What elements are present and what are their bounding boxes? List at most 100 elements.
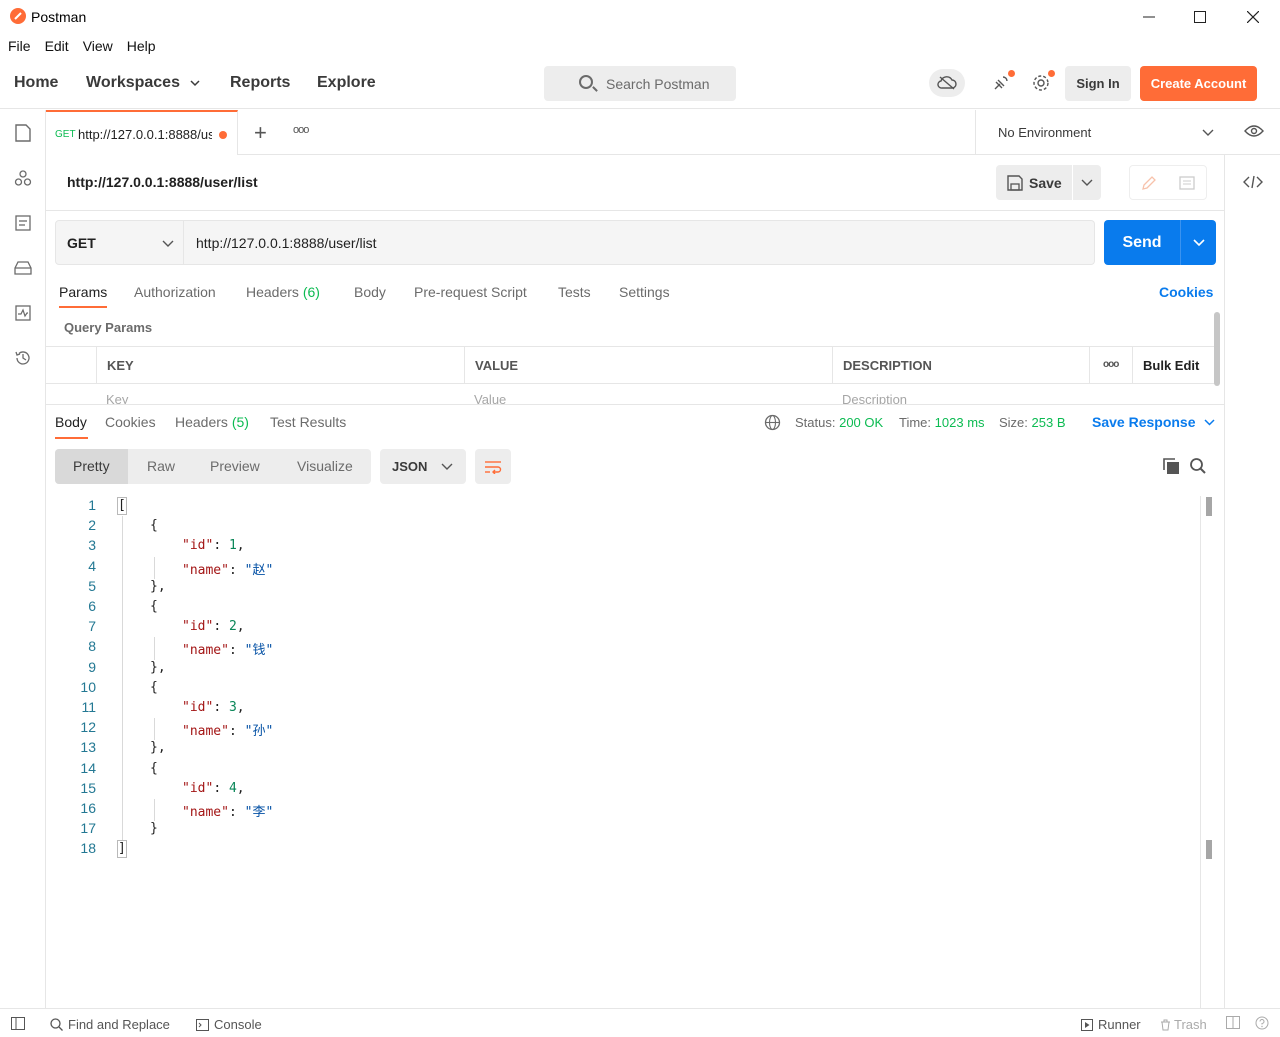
format-select[interactable]: JSON: [380, 449, 466, 484]
cookies-link[interactable]: Cookies: [1159, 284, 1213, 300]
search-response-icon[interactable]: [1189, 457, 1207, 478]
console-button[interactable]: Console: [196, 1017, 262, 1032]
description-placeholder[interactable]: Description: [842, 392, 907, 404]
apis-icon[interactable]: [14, 169, 32, 187]
nav-home[interactable]: Home: [14, 74, 58, 92]
column-key: KEY: [96, 346, 464, 383]
search-box[interactable]: Search Postman: [544, 66, 736, 101]
response-tab-body[interactable]: Body: [55, 414, 87, 430]
minimize-button[interactable]: [1126, 0, 1172, 34]
tab-params[interactable]: Params: [59, 284, 107, 300]
history-icon[interactable]: [14, 349, 32, 367]
response-tab-cookies[interactable]: Cookies: [105, 414, 156, 430]
monitors-icon[interactable]: [14, 304, 32, 322]
tab-more-button[interactable]: ooo: [293, 124, 309, 136]
size-label: Size:: [999, 415, 1028, 430]
environments-icon[interactable]: [14, 214, 32, 232]
code-snippet-icon[interactable]: [1243, 175, 1263, 192]
size-value: 253 B: [1031, 415, 1066, 430]
find-replace-button[interactable]: Find and Replace: [50, 1017, 170, 1032]
mock-servers-icon[interactable]: [14, 259, 32, 277]
sign-in-button[interactable]: Sign In: [1065, 66, 1131, 101]
wrap-lines-button[interactable]: [475, 449, 511, 484]
key-placeholder[interactable]: Key: [106, 392, 128, 404]
nav-workspaces[interactable]: Workspaces: [86, 74, 200, 92]
maximize-button[interactable]: [1177, 0, 1223, 34]
bulk-edit-button[interactable]: Bulk Edit: [1132, 346, 1216, 383]
close-button[interactable]: [1230, 0, 1276, 34]
save-options-button[interactable]: [1073, 165, 1101, 200]
send-button[interactable]: Send: [1104, 220, 1180, 265]
tab-pre-request-script[interactable]: Pre-request Script: [414, 284, 527, 300]
tab-settings[interactable]: Settings: [619, 284, 670, 300]
collections-icon[interactable]: [14, 124, 32, 142]
line-number: 15: [80, 779, 96, 796]
code-line: 18]: [46, 839, 1146, 859]
trash-button[interactable]: Trash: [1160, 1017, 1207, 1032]
tab-body[interactable]: Body: [354, 284, 386, 300]
key-header: KEY: [107, 358, 134, 373]
search-icon: [579, 75, 593, 89]
line-number: 12: [80, 719, 96, 736]
tab-authorization[interactable]: Authorization: [134, 284, 216, 300]
headers-count: (6): [302, 284, 320, 300]
send-options-button[interactable]: [1181, 220, 1216, 265]
bracket-match-highlight: [117, 840, 127, 859]
menu-file[interactable]: File: [8, 38, 31, 54]
menu-view[interactable]: View: [83, 38, 113, 54]
toggle-sidebar-icon[interactable]: [11, 1017, 25, 1033]
time-info[interactable]: Time: 1023 ms: [899, 415, 985, 430]
view-pretty-button[interactable]: Pretty: [55, 449, 128, 484]
environment-selector[interactable]: No Environment: [975, 110, 1280, 155]
code-line: 5},: [46, 577, 1146, 597]
menu-help[interactable]: Help: [127, 38, 156, 54]
nav-reports[interactable]: Reports: [230, 74, 290, 92]
description-header: DESCRIPTION: [843, 358, 932, 373]
tab-headers-label: Headers: [246, 284, 299, 300]
code-line: 3 "id": 1,: [46, 536, 1146, 556]
two-pane-icon[interactable]: [1226, 1016, 1240, 1032]
column-description: DESCRIPTION: [832, 346, 1089, 383]
value-placeholder[interactable]: Value: [474, 392, 506, 404]
globe-icon[interactable]: [764, 414, 781, 434]
code-line: 14 {: [46, 759, 1146, 779]
environment-quick-look-icon[interactable]: [1244, 124, 1264, 141]
code-text: {: [150, 760, 158, 776]
method-select[interactable]: GET: [55, 220, 184, 265]
size-info[interactable]: Size: 253 B: [999, 415, 1066, 430]
code-line: 16 "name": "李": [46, 799, 1146, 820]
request-scrollbar[interactable]: [1214, 312, 1220, 386]
save-response-label: Save Response: [1092, 414, 1196, 430]
editor-scroll-marker[interactable]: [1206, 497, 1212, 516]
view-preview-button[interactable]: Preview: [210, 458, 260, 474]
code-text: {: [150, 679, 158, 695]
copy-icon[interactable]: [1162, 457, 1180, 478]
search-icon: [50, 1018, 63, 1031]
view-visualize-button[interactable]: Visualize: [297, 458, 353, 474]
tab-tests[interactable]: Tests: [558, 284, 591, 300]
menu-edit[interactable]: Edit: [45, 38, 69, 54]
save-button[interactable]: Save: [996, 165, 1072, 200]
status-label: Status:: [795, 415, 836, 430]
response-body-editor[interactable]: 1[2{3 "id": 1, 4 "name": "赵" 5}, 6{7 "id": 2, 8…: [46, 496, 1206, 866]
new-tab-button[interactable]: +: [254, 120, 267, 146]
save-response-button[interactable]: Save Response: [1092, 414, 1215, 430]
tab-headers[interactable]: Headers (6): [246, 284, 320, 300]
documentation-icon[interactable]: [1179, 175, 1195, 194]
create-account-button[interactable]: Create Account: [1140, 66, 1257, 101]
sync-status-button[interactable]: [929, 69, 965, 97]
response-tab-headers[interactable]: Headers (5): [175, 414, 249, 430]
view-raw-button[interactable]: Raw: [147, 458, 175, 474]
editor-scroll-marker[interactable]: [1206, 840, 1212, 859]
runner-button[interactable]: Runner: [1081, 1017, 1141, 1032]
table-more-button[interactable]: ooo: [1089, 346, 1132, 383]
request-tab[interactable]: GET http://127.0.0.1:8888/us: [46, 110, 238, 155]
edit-pencil-icon[interactable]: [1141, 175, 1157, 194]
url-input[interactable]: http://127.0.0.1:8888/user/list: [184, 220, 1095, 265]
response-tab-test-results[interactable]: Test Results: [270, 414, 346, 430]
line-number: 10: [80, 678, 96, 695]
status-info[interactable]: Status: 200 OK: [795, 415, 883, 430]
help-icon[interactable]: [1255, 1016, 1269, 1033]
nav-explore[interactable]: Explore: [317, 74, 376, 92]
response-divider[interactable]: [46, 404, 1224, 405]
